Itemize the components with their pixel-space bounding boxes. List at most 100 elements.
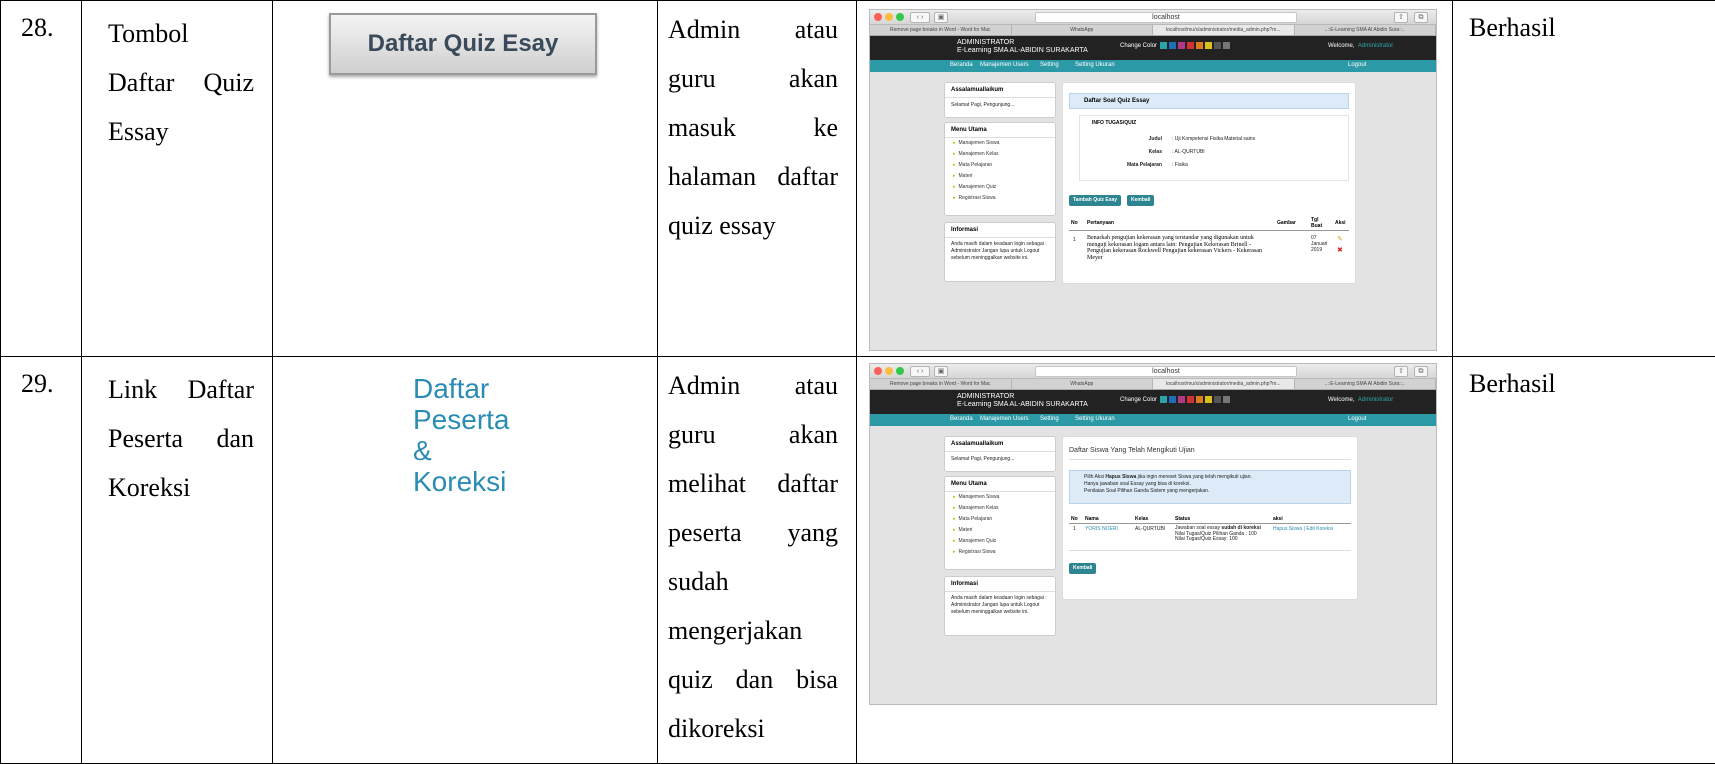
color-swatch[interactable]: [1187, 42, 1194, 49]
tabs-icon[interactable]: ⧉: [1414, 12, 1428, 23]
desc-line: guruakan: [668, 410, 838, 459]
ui-element-picture: Daftar Peserta & Koreksi: [273, 357, 658, 764]
color-swatch[interactable]: [1196, 42, 1203, 49]
change-color-label: Change Color: [1120, 397, 1157, 403]
close-dot-icon: [874, 13, 882, 21]
menu-item[interactable]: Manajemen Quiz: [945, 536, 1055, 547]
student-name-link[interactable]: YORIS NOERI: [1085, 526, 1118, 532]
desc-line: melihatdaftar: [668, 459, 838, 508]
field-value: : Uji Kompetensi Fisika Material sains: [1172, 136, 1255, 142]
welcome-text: Welcome, Administrator: [1328, 43, 1393, 49]
nav-item-beranda[interactable]: Beranda: [950, 62, 973, 68]
browser-tab[interactable]: WhatsApp: [1012, 25, 1154, 35]
name-line: Koreksi: [108, 463, 254, 512]
color-swatch[interactable]: [1169, 42, 1176, 49]
share-icon[interactable]: ⇧: [1394, 12, 1408, 23]
color-swatch[interactable]: [1214, 42, 1221, 49]
tabs-icon[interactable]: ⧉: [1414, 366, 1428, 377]
nav-item-users[interactable]: Manajemen Users: [980, 62, 1029, 68]
info-alert: Pilih Aksi Hapus Siswa jika ingin merese…: [1069, 470, 1351, 504]
nav-item-logout[interactable]: Logout: [1348, 416, 1366, 422]
menu-item[interactable]: Manajemen Kelas: [945, 149, 1055, 160]
nav-item-logout[interactable]: Logout: [1348, 62, 1366, 68]
site-brand: ADMINISTRATORE-Learning SMA AL-ABIDIN SU…: [957, 393, 1088, 409]
minimize-dot-icon: [885, 13, 893, 21]
menu-item[interactable]: Manajemen Kelas: [945, 503, 1055, 514]
color-swatch[interactable]: [1223, 42, 1230, 49]
info-text: Anda masih dalam keadaan login sebagai :…: [945, 592, 1055, 619]
screenshot-participant-list: ‹ › ▣ localhost ⇧ ⧉ Remove page breaks i…: [869, 363, 1437, 705]
color-swatch[interactable]: [1160, 42, 1167, 49]
browser-tab[interactable]: ..::E-Learning SMA Al Abidin Sura::..: [1295, 25, 1437, 35]
menu-item[interactable]: Manajemen Siswa: [945, 492, 1055, 503]
alert-line: Penilaian Soal Pilihan Ganda Sistem yang…: [1084, 488, 1350, 495]
edit-icon[interactable]: ✎: [1337, 235, 1343, 243]
menu-item[interactable]: Materi: [945, 525, 1055, 536]
color-swatch[interactable]: [1178, 42, 1185, 49]
sidebar-icon[interactable]: ▣: [934, 12, 948, 23]
info-title: Informasi: [945, 223, 1055, 238]
zoom-dot-icon: [896, 13, 904, 21]
color-swatch[interactable]: [1160, 396, 1167, 403]
nav-item-setting[interactable]: Setting: [1040, 62, 1059, 68]
desc-line: halamandaftar: [668, 152, 838, 201]
back-button[interactable]: Kembali: [1127, 195, 1154, 206]
menu-item[interactable]: Mata Pelajaran: [945, 160, 1055, 171]
browser-tabs: Remove page breaks in Word - Word for Ma…: [870, 379, 1436, 390]
menu-item[interactable]: Registrasi Siswa: [945, 193, 1055, 204]
delete-icon[interactable]: ✖: [1337, 246, 1343, 254]
color-swatch[interactable]: [1205, 42, 1212, 49]
table-row: 1 YORIS NOERI AL-QURTUBI Jawaban soal es…: [1069, 526, 1351, 551]
screenshot-quiz-essay: ‹ › ▣ localhost ⇧ ⧉ Remove page breaks i…: [869, 9, 1437, 351]
browser-tab[interactable]: WhatsApp: [1012, 379, 1154, 389]
back-forward-icon[interactable]: ‹ ›: [910, 12, 930, 23]
row-number: 28.: [1, 1, 82, 357]
share-icon[interactable]: ⇧: [1394, 366, 1408, 377]
action-links[interactable]: Hapus Siswa | Edit Koreksi: [1273, 526, 1333, 532]
nav-item-ukuran[interactable]: Setting Ukuran: [1075, 62, 1115, 68]
color-swatch[interactable]: [1169, 396, 1176, 403]
welcome-text: Welcome, Administrator: [1328, 397, 1393, 403]
color-swatch[interactable]: [1178, 396, 1185, 403]
color-swatch[interactable]: [1214, 396, 1221, 403]
nav-item-ukuran[interactable]: Setting Ukuran: [1075, 416, 1115, 422]
browser-tab[interactable]: ..::E-Learning SMA Al Abidin Sura::..: [1295, 379, 1437, 389]
nav-item-users[interactable]: Manajemen Users: [980, 416, 1029, 422]
field-value: : Fisika: [1172, 162, 1188, 168]
quiz-essay-button-image: Daftar Quiz Esay: [329, 13, 597, 75]
quiz-info-panel: INFO TUGAS/QUIZ Judul : Uji Kompetensi F…: [1079, 115, 1349, 181]
alert-line: Pilih Aksi Hapus Siswa jika ingin merese…: [1084, 474, 1350, 481]
browser-tab[interactable]: Remove page breaks in Word - Word for Ma…: [870, 25, 1012, 35]
color-swatch[interactable]: [1187, 396, 1194, 403]
quiz-info-title: INFO TUGAS/QUIZ: [1092, 120, 1136, 126]
close-dot-icon: [874, 367, 882, 375]
sidebar-icon[interactable]: ▣: [934, 366, 948, 377]
row-number: 29.: [1, 357, 82, 764]
back-button[interactable]: Kembali: [1069, 563, 1096, 574]
nav-item-beranda[interactable]: Beranda: [950, 416, 973, 422]
url-bar[interactable]: localhost: [1035, 366, 1297, 377]
browser-tab[interactable]: localhost/mu/s/administrator/media_admin…: [1153, 25, 1295, 35]
menu-item[interactable]: Manajemen Siswa: [945, 138, 1055, 149]
back-forward-icon[interactable]: ‹ ›: [910, 366, 930, 377]
info-box: Informasi Anda masih dalam keadaan login…: [944, 576, 1056, 636]
browser-tab[interactable]: localhost/mu/s/administrator/media_admin…: [1153, 379, 1295, 389]
add-quiz-button[interactable]: Tambah Quiz Esay: [1069, 195, 1121, 206]
url-bar[interactable]: localhost: [1035, 12, 1297, 23]
menu-item[interactable]: Registrasi Siswa: [945, 547, 1055, 558]
nav-item-setting[interactable]: Setting: [1040, 416, 1059, 422]
expected-description: Adminatau guruakan melihatdaftar peserta…: [658, 357, 857, 764]
field-label: Judul: [1149, 136, 1162, 142]
site-navbar: Beranda Manajemen Users Setting Setting …: [870, 414, 1436, 426]
color-swatch[interactable]: [1223, 396, 1230, 403]
menu-item[interactable]: Materi: [945, 171, 1055, 182]
menu-item[interactable]: Mata Pelajaran: [945, 514, 1055, 525]
status-text: Jawaban soal essay sudah di koreksiNilai…: [1175, 526, 1261, 543]
table-row: 29. LinkDaftar Pesertadan Koreksi Daftar…: [1, 357, 1715, 764]
name-line: Essay: [108, 107, 254, 156]
field-label: Kelas: [1149, 149, 1162, 155]
browser-tab[interactable]: Remove page breaks in Word - Word for Ma…: [870, 379, 1012, 389]
menu-item[interactable]: Manajemen Quiz: [945, 182, 1055, 193]
color-swatch[interactable]: [1196, 396, 1203, 403]
color-swatch[interactable]: [1205, 396, 1212, 403]
